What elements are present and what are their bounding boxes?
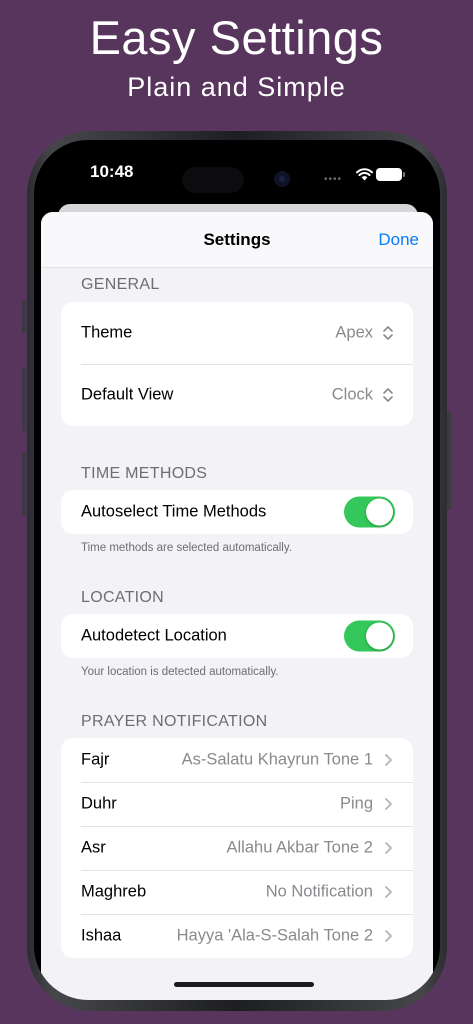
time-methods-footer: Time methods are selected automatically.: [81, 542, 292, 554]
theme-row[interactable]: Theme Apex: [61, 302, 413, 364]
settings-sheet: Settings Done GENERAL Theme Apex Default…: [41, 212, 433, 1000]
prayer-label: Fajr: [81, 750, 110, 769]
volume-up-button: [22, 367, 26, 431]
prayer-notification-group: Fajr As-Salatu Khayrun Tone 1 Duhr Ping …: [61, 738, 413, 958]
theme-value: Apex: [335, 323, 373, 342]
prayer-tone-value: No Notification: [265, 882, 373, 901]
chevron-right-icon: [385, 842, 392, 854]
default-view-row[interactable]: Default View Clock: [61, 364, 413, 426]
location-group: Autodetect Location: [61, 614, 413, 658]
prayer-tone-value: Hayya 'Ala-S-Salah Tone 2: [176, 926, 373, 945]
autoselect-time-methods-label: Autoselect Time Methods: [81, 502, 267, 521]
dynamic-island-sensor: [182, 167, 244, 193]
prayer-row-asr[interactable]: Asr Allahu Akbar Tone 2: [61, 826, 413, 870]
chevron-right-icon: [385, 754, 392, 766]
volume-down-button: [22, 452, 26, 516]
default-view-label: Default View: [81, 385, 174, 404]
wifi-icon: [356, 168, 373, 181]
status-indicators: ••••: [324, 167, 405, 185]
section-header-prayer-notification: PRAYER NOTIFICATION: [81, 713, 268, 730]
prayer-label: Maghreb: [81, 882, 147, 901]
section-header-general: GENERAL: [81, 276, 160, 293]
general-group: Theme Apex Default View Clock: [61, 302, 413, 426]
prayer-label: Duhr: [81, 794, 117, 813]
autodetect-location-row: Autodetect Location: [61, 614, 413, 658]
chevron-right-icon: [385, 886, 392, 898]
theme-label: Theme: [81, 323, 133, 342]
chevron-up-down-icon: [383, 388, 393, 402]
chevron-right-icon: [385, 930, 392, 942]
prayer-tone-value: As-Salatu Khayrun Tone 1: [181, 750, 373, 769]
prayer-row-ishaa[interactable]: Ishaa Hayya 'Ala-S-Salah Tone 2: [61, 914, 413, 958]
action-button: [22, 300, 26, 334]
autoselect-time-methods-row: Autoselect Time Methods: [61, 490, 413, 534]
front-camera-icon: [274, 171, 290, 187]
prayer-row-duhr[interactable]: Duhr Ping: [61, 782, 413, 826]
autodetect-location-toggle[interactable]: [344, 620, 395, 652]
section-header-location: LOCATION: [81, 589, 165, 606]
page-title: Settings: [203, 230, 271, 249]
prayer-tone-value: Ping: [339, 794, 373, 813]
autoselect-time-methods-toggle[interactable]: [344, 496, 395, 528]
chevron-up-down-icon: [383, 326, 393, 340]
done-button[interactable]: Done: [378, 230, 419, 250]
prayer-label: Asr: [81, 838, 106, 857]
prayer-tone-value: Allahu Akbar Tone 2: [226, 838, 373, 857]
promo-subtitle: Plain and Simple: [127, 72, 346, 102]
promo-title: Easy Settings: [89, 11, 384, 64]
default-view-value: Clock: [331, 385, 373, 404]
navigation-bar: Settings Done: [41, 212, 433, 268]
power-button: [447, 412, 451, 510]
autodetect-location-label: Autodetect Location: [81, 626, 227, 645]
cellular-signal-icon: ••••: [324, 174, 343, 185]
battery-icon: [376, 168, 405, 181]
prayer-label: Ishaa: [81, 926, 122, 945]
prayer-row-fajr[interactable]: Fajr As-Salatu Khayrun Tone 1: [61, 738, 413, 782]
location-footer: Your location is detected automatically.: [81, 666, 279, 678]
phone-screen: 10:48 •••• Settings Done GENERAL Theme A…: [34, 140, 440, 1000]
prayer-row-maghreb[interactable]: Maghreb No Notification: [61, 870, 413, 914]
chevron-right-icon: [385, 798, 392, 810]
home-indicator[interactable]: [174, 982, 314, 987]
section-header-time-methods: TIME METHODS: [81, 465, 208, 482]
status-time: 10:48: [90, 162, 134, 181]
time-methods-group: Autoselect Time Methods: [61, 490, 413, 534]
